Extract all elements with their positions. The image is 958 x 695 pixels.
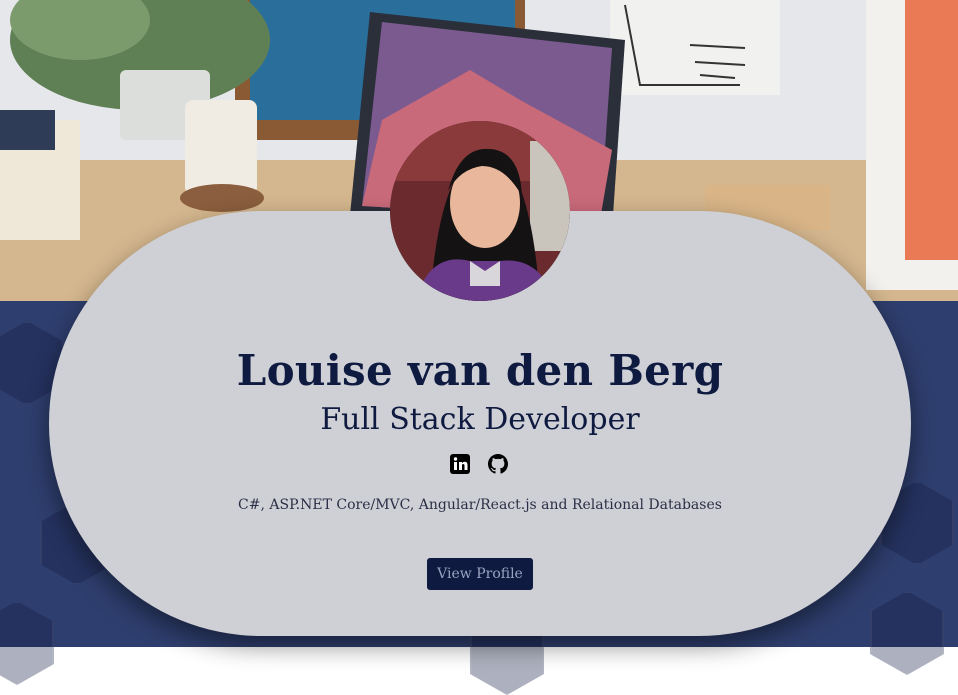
view-profile-button[interactable]: View Profile: [427, 558, 533, 590]
profile-name: Louise van den Berg: [236, 346, 724, 395]
profile-title: Full Stack Developer: [320, 402, 640, 437]
linkedin-link[interactable]: [449, 453, 471, 475]
social-links: [449, 453, 509, 475]
github-icon: [488, 454, 508, 474]
profile-skills: C#, ASP.NET Core/MVC, Angular/React.js a…: [238, 497, 722, 513]
linkedin-icon: [450, 454, 470, 474]
profile-avatar: [390, 121, 570, 301]
github-link[interactable]: [487, 453, 509, 475]
